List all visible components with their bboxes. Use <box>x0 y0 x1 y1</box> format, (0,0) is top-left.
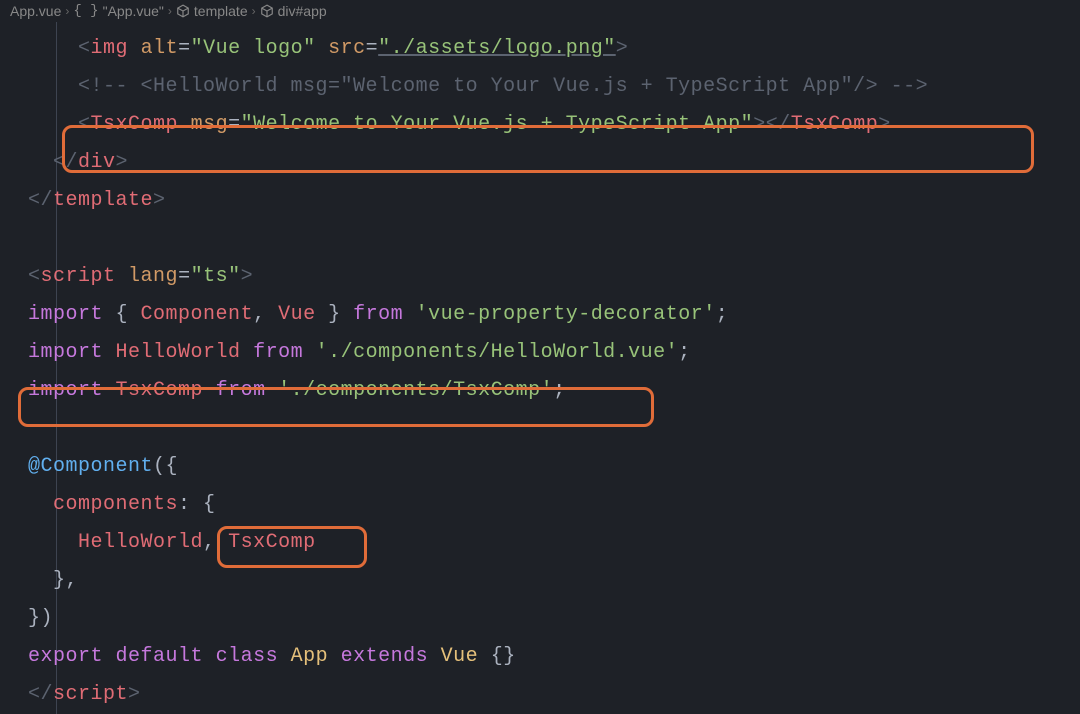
breadcrumb-template[interactable]: template <box>194 3 248 19</box>
code-line[interactable]: @Component({ <box>28 448 1080 486</box>
code-editor[interactable]: <img alt="Vue logo" src="./assets/logo.p… <box>0 22 1080 714</box>
breadcrumb-section[interactable]: "App.vue" <box>103 3 164 19</box>
code-line[interactable]: <script lang="ts"> <box>28 258 1080 296</box>
code-line[interactable] <box>28 220 1080 258</box>
code-line[interactable]: <TsxComp msg="Welcome to Your Vue.js + T… <box>28 106 1080 144</box>
code-line[interactable] <box>28 410 1080 448</box>
code-line[interactable]: </script> <box>28 676 1080 714</box>
code-line[interactable]: }, <box>28 562 1080 600</box>
code-line[interactable]: }) <box>28 600 1080 638</box>
code-line[interactable]: <img alt="Vue logo" src="./assets/logo.p… <box>28 30 1080 68</box>
code-line[interactable]: import HelloWorld from './components/Hel… <box>28 334 1080 372</box>
code-line[interactable]: import TsxComp from './components/TsxCom… <box>28 372 1080 410</box>
breadcrumb-file[interactable]: App.vue <box>10 3 61 19</box>
symbol-icon <box>260 4 274 18</box>
braces-icon: { } <box>73 3 98 19</box>
symbol-icon <box>176 4 190 18</box>
code-line[interactable]: components: { <box>28 486 1080 524</box>
code-line[interactable]: export default class App extends Vue {} <box>28 638 1080 676</box>
code-line[interactable]: import { Component, Vue } from 'vue-prop… <box>28 296 1080 334</box>
breadcrumb-element[interactable]: div#app <box>278 3 327 19</box>
breadcrumb[interactable]: App.vue › { } "App.vue" › template › div… <box>0 0 1080 22</box>
code-line[interactable]: </template> <box>28 182 1080 220</box>
code-content[interactable]: <img alt="Vue logo" src="./assets/logo.p… <box>0 30 1080 714</box>
code-line[interactable]: <!-- <HelloWorld msg="Welcome to Your Vu… <box>28 68 1080 106</box>
chevron-right-icon: › <box>168 4 172 18</box>
code-line[interactable]: HelloWorld, TsxComp <box>28 524 1080 562</box>
code-line[interactable]: </div> <box>28 144 1080 182</box>
chevron-right-icon: › <box>252 4 256 18</box>
chevron-right-icon: › <box>65 4 69 18</box>
